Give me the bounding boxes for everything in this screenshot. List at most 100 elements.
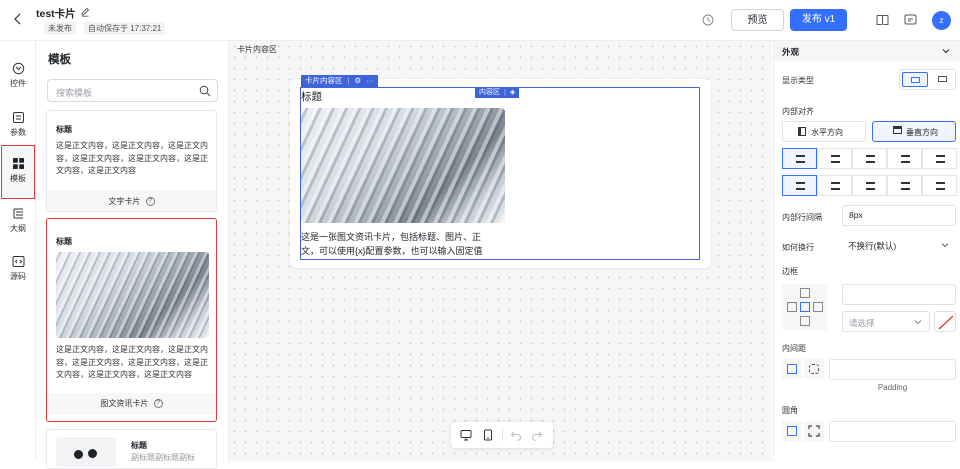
- row-gap-label: 内部行间隔: [782, 213, 822, 222]
- border-left-toggle[interactable]: [787, 302, 797, 312]
- undo-icon[interactable]: [510, 429, 522, 443]
- canvas-toolbar: [451, 422, 553, 448]
- nav-item-templates[interactable]: 模板: [1, 145, 35, 199]
- wrap-select-value: 不换行(默认): [848, 241, 897, 251]
- chevron-down-icon: [913, 317, 923, 329]
- desktop-view-icon[interactable]: [460, 429, 472, 443]
- horizontal-direction-label: 水平方向: [811, 128, 843, 137]
- section-title: 外观: [782, 47, 800, 57]
- template-panel: 模板 搜索模板 标题 这是正文内容，这是正文内容，这是正文内容，这是正文内容，这…: [36, 41, 229, 469]
- border-right-toggle[interactable]: [813, 302, 823, 312]
- display-type-label: 显示类型: [782, 76, 814, 85]
- book-icon[interactable]: [876, 14, 889, 28]
- align-top-between[interactable]: [922, 148, 957, 169]
- nav-label: 参数: [10, 128, 26, 137]
- panel-title: 模板: [48, 54, 71, 66]
- autosave-badge: 自动保存于 17:37:21: [84, 22, 166, 35]
- mobile-view-icon[interactable]: [482, 429, 494, 443]
- nav-item-params[interactable]: 参数: [1, 107, 35, 149]
- canvas-label: 卡片内容区: [237, 45, 277, 54]
- align-top-left[interactable]: [782, 148, 817, 169]
- card-content-tag[interactable]: 卡片内容区 | ⚙ ···: [301, 75, 378, 87]
- border-width-input[interactable]: [842, 284, 956, 305]
- redo-icon[interactable]: [531, 429, 543, 443]
- border-top-toggle[interactable]: [800, 288, 810, 298]
- chevron-down-icon: [941, 46, 951, 58]
- outline-icon: [13, 208, 23, 219]
- border-style-select[interactable]: 请选择: [842, 311, 930, 332]
- vertical-direction-label: 垂直方向: [906, 128, 938, 137]
- nav-item-source[interactable]: 源码: [1, 251, 35, 293]
- nav-label: 模板: [10, 174, 26, 183]
- grid-icon: [12, 158, 24, 169]
- card-footer: 文字卡片 ?: [47, 191, 216, 211]
- align-top-center[interactable]: [817, 148, 852, 169]
- nav-label: 源码: [10, 272, 26, 281]
- display-type-toggle: [899, 69, 956, 90]
- display-flex-option[interactable]: [931, 72, 955, 87]
- display-block-option[interactable]: [902, 72, 928, 87]
- earbuds-image: [56, 437, 116, 467]
- radius-input[interactable]: [829, 421, 956, 442]
- nav-item-outline[interactable]: 大纲: [1, 203, 35, 245]
- search-input[interactable]: 搜索模板: [47, 79, 218, 102]
- publish-button[interactable]: 发布 v1: [790, 9, 847, 31]
- vertical-direction-icon: [893, 126, 902, 134]
- inner-area-tag[interactable]: 内容区 | ◈: [475, 87, 520, 98]
- section-header[interactable]: 外观: [774, 41, 960, 61]
- settings-icon[interactable]: ⚙: [354, 75, 361, 87]
- back-arrow-icon[interactable]: [11, 11, 25, 27]
- border-all-toggle[interactable]: [800, 302, 810, 312]
- align-top-stretch[interactable]: [887, 148, 922, 169]
- help-icon[interactable]: ?: [145, 197, 155, 207]
- padding-all-toggle[interactable]: [782, 359, 802, 379]
- horizontal-direction-button[interactable]: 水平方向: [782, 121, 866, 142]
- help-icon[interactable]: ?: [153, 399, 163, 409]
- card-preview[interactable]: 卡片内容区 | ⚙ ··· 内容区 | ◈ 标题 这是一张图文资讯卡片，包括标题、图片、…: [290, 75, 711, 268]
- align-left-top[interactable]: [782, 175, 817, 196]
- wrap-label: 如何换行: [782, 243, 814, 252]
- nav-item-widgets[interactable]: 控件: [1, 58, 35, 100]
- nav-label: 控件: [10, 79, 26, 88]
- radius-all-toggle[interactable]: [782, 421, 802, 441]
- feedback-icon[interactable]: [904, 14, 917, 28]
- template-card-product[interactable]: 标题 副标题副标题副标: [46, 429, 217, 469]
- align-left-middle[interactable]: [817, 175, 852, 196]
- padding-input[interactable]: [829, 359, 956, 380]
- card-content-tag-label: 卡片内容区: [305, 76, 343, 85]
- border-color-swatch[interactable]: [934, 311, 956, 332]
- card-title: 标题: [56, 237, 72, 246]
- align-left-stretch[interactable]: [887, 175, 922, 196]
- card-title-text: test卡片: [36, 8, 76, 20]
- history-icon[interactable]: [701, 13, 715, 29]
- left-nav: 控件 参数 模板 大纲 源码: [0, 41, 36, 461]
- border-label: 边框: [782, 267, 798, 276]
- card-title: test卡片: [36, 6, 90, 21]
- card-footer-label: 图文资讯卡片: [100, 399, 149, 408]
- edit-pencil-icon[interactable]: [80, 7, 90, 20]
- card-title: 标题: [131, 441, 147, 450]
- style-icon[interactable]: ◈: [510, 87, 515, 98]
- wrap-select[interactable]: 不换行(默认): [842, 235, 956, 256]
- avatar[interactable]: z: [932, 11, 951, 30]
- preview-title: 标题: [301, 91, 322, 103]
- newspaper-image: [56, 252, 209, 338]
- vertical-direction-button[interactable]: 垂直方向: [872, 121, 956, 142]
- preview-button[interactable]: 预览: [731, 9, 784, 31]
- more-icon[interactable]: ···: [366, 75, 374, 87]
- border-style-placeholder: 请选择: [849, 318, 875, 328]
- border-side-picker: [782, 284, 827, 330]
- align-left-bottom[interactable]: [852, 175, 887, 196]
- radius-corners-toggle[interactable]: [804, 421, 824, 441]
- padding-sides-toggle[interactable]: [804, 359, 824, 379]
- card-body: 这是正文内容，这是正文内容，这是正文内容，这是正文内容，这是正文内容，这是正文内…: [56, 345, 208, 379]
- template-card-text[interactable]: 标题 这是正文内容，这是正文内容，这是正文内容，这是正文内容，这是正文内容，这是…: [46, 110, 217, 212]
- align-left-between[interactable]: [922, 175, 957, 196]
- template-card-image-news[interactable]: 标题 这是正文内容，这是正文内容，这是正文内容，这是正文内容，这是正文内容，这是…: [46, 218, 217, 422]
- editor-canvas[interactable]: 卡片内容区 卡片内容区 | ⚙ ··· 内容区 | ◈ 标题 这是一张图文资讯卡片，包括…: [229, 41, 772, 461]
- align-top-right[interactable]: [852, 148, 887, 169]
- padding-label: 内间距: [782, 344, 806, 353]
- padding-caption: Padding: [877, 383, 908, 392]
- row-gap-input[interactable]: 8px: [842, 205, 956, 226]
- border-bottom-toggle[interactable]: [800, 316, 810, 326]
